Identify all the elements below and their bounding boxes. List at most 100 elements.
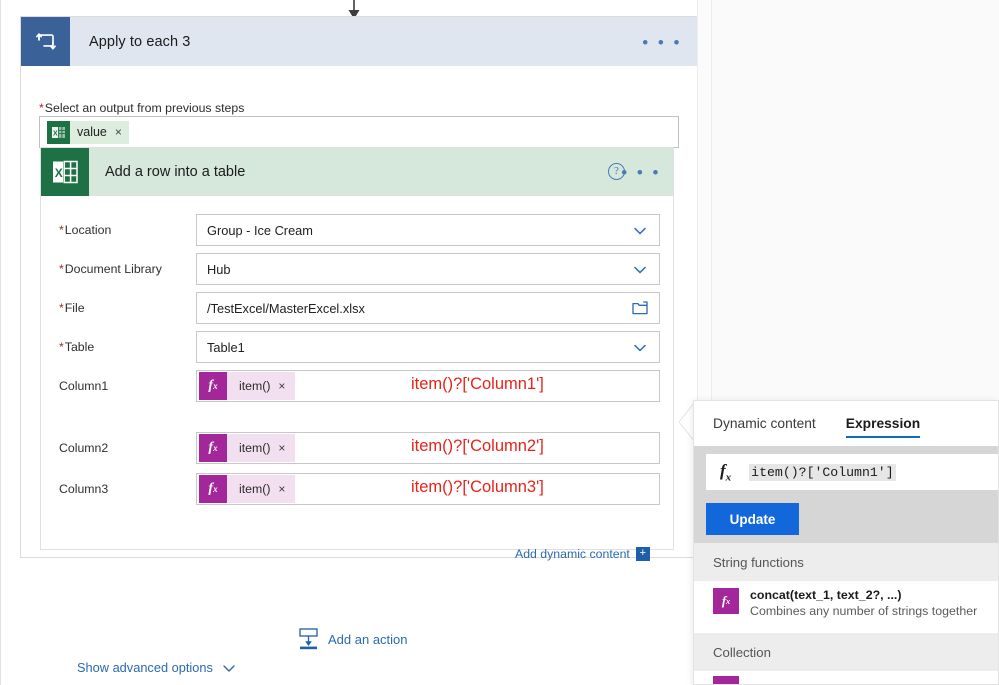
chevron-down-icon xyxy=(634,227,646,235)
add-an-action-button[interactable]: Add an action xyxy=(298,628,408,650)
function-signature: concat(text_1, text_2?, ...) xyxy=(750,588,902,602)
token-remove-icon[interactable]: × xyxy=(278,482,285,496)
file-picker-input[interactable]: /TestExcel/MasterExcel.xlsx xyxy=(196,292,660,324)
annotation-column1: item()?['Column1'] xyxy=(411,375,544,393)
location-dropdown[interactable]: Group - Ice Cream xyxy=(196,214,660,246)
folder-icon[interactable] xyxy=(632,301,648,315)
add-dynamic-content-link[interactable]: Add dynamic content + xyxy=(515,547,650,561)
token-remove-icon[interactable]: × xyxy=(278,441,285,455)
token-remove-icon[interactable]: × xyxy=(115,125,122,139)
add-dynamic-content-plus-icon[interactable]: + xyxy=(635,547,650,561)
function-item-text: concat(text_1, text_2?, ...) Combines an… xyxy=(750,588,977,618)
location-value: Group - Ice Cream xyxy=(207,222,313,238)
add-dynamic-content-label: Add dynamic content xyxy=(515,547,630,561)
loop-icon xyxy=(21,17,70,66)
section-string-functions-title: String functions xyxy=(713,554,804,570)
required-asterisk: * xyxy=(59,223,64,237)
apply-to-each-card: Apply to each 3 • • • *Select an output … xyxy=(20,16,698,675)
field-row-location: *Location Group - Ice Cream xyxy=(41,214,673,252)
column2-label: Column2 xyxy=(59,441,109,455)
expression-input-strip: fx item()?['Column1'] xyxy=(694,446,998,498)
column1-label: Column1 xyxy=(59,379,109,393)
tab-expression[interactable]: Expression xyxy=(845,401,921,446)
required-asterisk: * xyxy=(59,340,64,354)
select-output-label-text: Select an output from previous steps xyxy=(44,101,245,115)
fx-icon: fx xyxy=(199,475,227,503)
document-library-value: Hub xyxy=(207,261,231,277)
fx-icon: fx xyxy=(199,372,227,400)
expression-input-value: item()?['Column1'] xyxy=(749,463,896,481)
expression-token-label: item() xyxy=(239,441,271,455)
show-advanced-options-link[interactable]: Show advanced options xyxy=(77,660,236,675)
function-description: Combines any number of strings together xyxy=(750,604,978,618)
location-label-text: Location xyxy=(64,223,112,237)
file-value: /TestExcel/MasterExcel.xlsx xyxy=(207,300,365,316)
section-collection: Collection xyxy=(694,633,998,671)
flow-canvas: Apply to each 3 • • • *Select an output … xyxy=(0,0,712,685)
required-asterisk: * xyxy=(59,262,64,276)
required-asterisk: * xyxy=(59,301,64,315)
section-collection-title: Collection xyxy=(713,644,771,660)
chevron-down-icon xyxy=(223,664,235,672)
expression-flyout-panel: Dynamic content Expression fx item()?['C… xyxy=(693,400,999,685)
document-library-dropdown[interactable]: Hub xyxy=(196,253,660,285)
field-row-column3: Column3 fx item() × item()?['Column3'] xyxy=(41,473,673,511)
annotation-column3: item()?['Column3'] xyxy=(411,478,544,496)
table-value: Table1 xyxy=(207,339,245,355)
fx-icon: fx xyxy=(720,460,732,484)
table-label: *Table xyxy=(59,340,94,354)
token-remove-icon[interactable]: × xyxy=(278,379,285,393)
token-value-label: value xyxy=(77,125,107,139)
excel-icon: X xyxy=(47,120,70,144)
column3-label: Column3 xyxy=(59,482,109,496)
flyout-tabs: Dynamic content Expression xyxy=(694,401,998,446)
token-value[interactable]: X value × xyxy=(47,120,129,144)
expression-token-column1[interactable]: fx item() × xyxy=(199,372,296,400)
document-library-label: *Document Library xyxy=(59,262,162,276)
expression-token-column2[interactable]: fx item() × xyxy=(199,434,296,462)
file-label: *File xyxy=(59,301,85,315)
add-an-action-label: Add an action xyxy=(328,631,408,647)
field-row-table: *Table Table1 xyxy=(41,331,673,369)
expression-token-label: item() xyxy=(239,482,271,496)
apply-to-each-header[interactable]: Apply to each 3 • • • xyxy=(21,17,697,66)
chevron-down-icon xyxy=(634,344,646,352)
table-label-text: Table xyxy=(64,340,95,354)
function-item-concat[interactable]: fx concat(text_1, text_2?, ...) Combines… xyxy=(694,581,998,633)
select-output-input[interactable]: X value × xyxy=(39,116,679,148)
annotation-column2: item()?['Column2'] xyxy=(411,437,544,455)
show-advanced-options-label: Show advanced options xyxy=(77,660,213,675)
excel-action-title: Add a row into a table xyxy=(105,164,246,180)
select-output-label: *Select an output from previous steps xyxy=(39,101,244,115)
function-item-partial[interactable] xyxy=(694,671,998,684)
section-string-functions: String functions xyxy=(694,543,998,581)
apply-to-each-overflow-menu-icon[interactable]: • • • xyxy=(642,34,682,51)
update-button[interactable]: Update xyxy=(706,503,799,535)
location-label: *Location xyxy=(59,223,111,237)
fx-icon xyxy=(713,676,739,684)
file-label-text: File xyxy=(64,301,85,315)
svg-text:X: X xyxy=(53,130,58,137)
fx-icon: fx xyxy=(199,434,227,462)
update-strip: Update xyxy=(694,498,998,543)
field-row-document-library: *Document Library Hub xyxy=(41,253,673,291)
tab-dynamic-content[interactable]: Dynamic content xyxy=(713,401,816,446)
required-asterisk: * xyxy=(39,101,44,115)
expression-token-label: item() xyxy=(239,379,271,393)
table-dropdown[interactable]: Table1 xyxy=(196,331,660,363)
svg-text:X: X xyxy=(55,166,63,180)
expression-token-column3[interactable]: fx item() × xyxy=(199,475,296,503)
expression-input[interactable]: fx item()?['Column1'] xyxy=(706,454,998,490)
chevron-down-icon xyxy=(634,266,646,274)
field-row-column1: Column1 fx item() × item()?['Column1'] xyxy=(41,370,673,408)
excel-action-header[interactable]: X Add a row into a table ? • • • xyxy=(41,148,673,196)
excel-icon: X xyxy=(41,148,89,196)
field-row-file: *File /TestExcel/MasterExcel.xlsx xyxy=(41,292,673,330)
apply-to-each-title: Apply to each 3 xyxy=(89,33,191,50)
field-row-column2: Column2 fx item() × item()?['Column2'] xyxy=(41,432,673,470)
power-automate-designer: Apply to each 3 • • • *Select an output … xyxy=(0,0,999,685)
add-action-icon xyxy=(299,628,318,650)
fx-icon: fx xyxy=(713,588,739,614)
excel-action-overflow-menu-icon[interactable]: • • • xyxy=(621,164,661,181)
document-library-label-text: Document Library xyxy=(64,262,162,276)
